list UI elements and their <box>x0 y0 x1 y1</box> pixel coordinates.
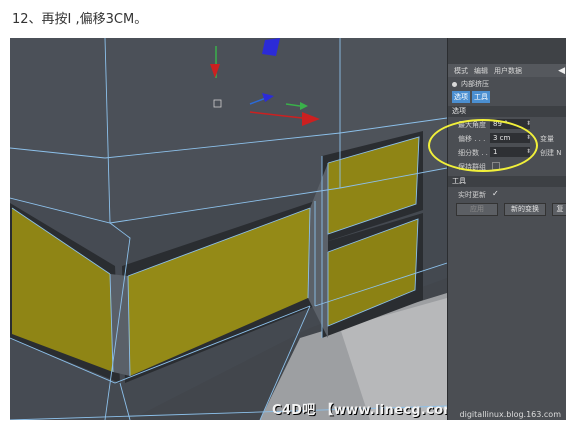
attribute-panel: 模式 编辑 用户数据 ◀ 内部挤压 选项 工具 选项 最大角度 89 ° ⬍ 偏… <box>447 38 566 420</box>
realtime-checkbox[interactable]: ✓ <box>492 189 499 198</box>
viewport-scene <box>10 38 447 420</box>
create-ngon-label: 创建 N <box>540 149 562 157</box>
tools-header: 工具 <box>448 176 566 187</box>
reset-button[interactable]: 复 <box>552 203 566 216</box>
watermark-sub: digitallinux.blog.163.com <box>459 410 561 419</box>
spinner-icon[interactable]: ⬍ <box>526 120 531 127</box>
tab-mode[interactable]: 模式 <box>454 66 468 76</box>
object-row: 内部挤压 <box>448 77 566 91</box>
apply-button[interactable]: 应用 <box>456 203 498 216</box>
variable-label: 变量 <box>540 135 554 143</box>
highlight-ellipse <box>428 119 538 172</box>
panel-tab-row: 模式 编辑 用户数据 ◀ <box>448 64 566 77</box>
sub-tabs: 选项 工具 <box>448 91 566 103</box>
new-transform-button[interactable]: 新的变换 <box>504 203 546 216</box>
subtab-options[interactable]: 选项 <box>452 91 470 103</box>
realtime-row: 实时更新 ✓ <box>448 187 566 201</box>
panel-top-bar <box>448 38 566 64</box>
3d-viewport[interactable]: C4D吧 【www.linecg.com/tieba/1799】 <box>10 38 557 420</box>
c4d-screenshot: C4D吧 【www.linecg.com/tieba/1799】 模式 编辑 用… <box>10 38 566 420</box>
realtime-label: 实时更新 <box>458 191 486 199</box>
object-name: 内部挤压 <box>461 80 489 88</box>
options-header: 选项 <box>448 106 566 117</box>
step-caption: 12、再按I ,偏移3CM。 <box>12 12 148 27</box>
tab-edit[interactable]: 编辑 <box>474 66 488 76</box>
tab-user-data[interactable]: 用户数据 <box>494 66 522 76</box>
tool-icon <box>452 81 457 87</box>
button-row: 应用 新的变换 复 <box>448 201 566 217</box>
subtab-tools[interactable]: 工具 <box>472 91 490 103</box>
back-arrow-icon[interactable]: ◀ <box>558 66 565 76</box>
